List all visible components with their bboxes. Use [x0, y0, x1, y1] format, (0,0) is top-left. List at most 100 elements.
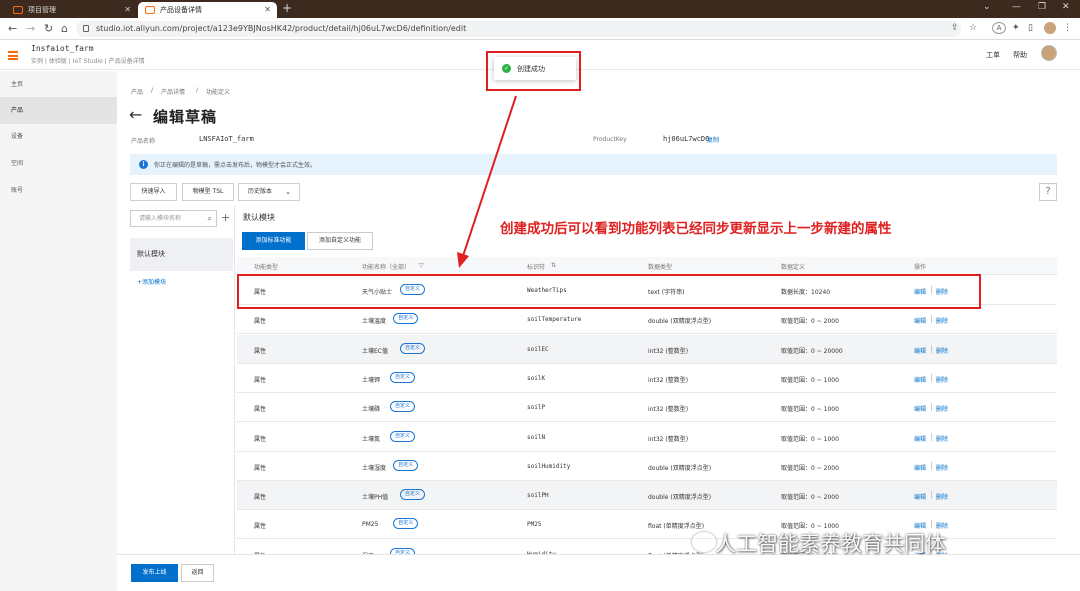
share-icon[interactable]: ⇪: [951, 23, 959, 33]
edit-link[interactable]: 编辑: [914, 346, 926, 355]
browser-menu-icon[interactable]: ⋮: [1063, 23, 1072, 33]
draft-notice: i 你正在编辑的是草稿，需点击发布后，物模型才会正式生效。: [130, 154, 1057, 175]
footer-bar: 发布上线 返回: [117, 554, 1080, 591]
profile-avatar-icon[interactable]: [1044, 22, 1056, 34]
cell-type: 属性: [254, 494, 267, 502]
forward-icon[interactable]: →: [26, 22, 35, 35]
window-close-icon[interactable]: ✕: [1062, 2, 1070, 12]
avatar[interactable]: [1041, 45, 1057, 61]
close-tab-icon[interactable]: ✕: [124, 2, 131, 18]
cell-type: 属性: [254, 464, 267, 472]
column-header-type: 功能类型: [254, 264, 279, 271]
cell-data-type: int32 (整数型): [648, 406, 689, 414]
history-version-dropdown[interactable]: 历史版本 ⌄: [238, 183, 300, 201]
cell-name: 土壤PH值: [362, 494, 389, 502]
sidebar-item-home[interactable]: 主页: [0, 71, 117, 98]
cell-name: 土壤温度: [362, 318, 387, 326]
delete-link[interactable]: 删除: [936, 316, 948, 325]
cell-data-type: double (双精度浮点型): [648, 464, 712, 472]
edit-link[interactable]: 编辑: [914, 316, 926, 325]
edit-link[interactable]: 编辑: [914, 434, 926, 443]
address-bar[interactable]: studio.iot.aliyun.com/project/a123e9YBJN…: [76, 21, 961, 37]
browser-toolbar: ← → ↻ ⌂ studio.iot.aliyun.com/project/a1…: [0, 18, 1080, 40]
cell-name: 土壤氮: [362, 435, 381, 443]
back-arrow-icon[interactable]: ←: [129, 105, 142, 124]
sidebar-item-device[interactable]: 设备: [0, 123, 117, 150]
header-breadcrumb: 实例 | 体验版 | IoT Studio | 产品设备详情: [31, 58, 145, 65]
help-link[interactable]: 帮助: [1013, 50, 1027, 60]
back-icon[interactable]: ←: [8, 22, 17, 35]
module-item-default[interactable]: 默认模块: [130, 238, 233, 271]
bookmark-star-icon[interactable]: ☆: [969, 23, 977, 33]
sidebar-item-product[interactable]: 产品: [0, 97, 117, 124]
cell-data-type: int32 (整数型): [648, 376, 689, 384]
copy-product-key-link[interactable]: 复制: [707, 135, 719, 144]
sidebar: 主页 产品 设备 空间 账号: [0, 71, 117, 591]
info-icon: i: [139, 160, 148, 169]
divider: [234, 206, 235, 556]
return-button[interactable]: 返回: [181, 564, 214, 582]
new-tab-button[interactable]: +: [282, 1, 292, 15]
sidebar-item-space[interactable]: 空间: [0, 150, 117, 177]
help-button[interactable]: ?: [1039, 183, 1057, 201]
delete-link[interactable]: 删除: [936, 434, 948, 443]
edit-link[interactable]: 编辑: [914, 463, 926, 472]
filter-icon[interactable]: ▽: [419, 262, 424, 269]
custom-tag-badge: 自定义: [400, 342, 426, 354]
edit-link[interactable]: 编辑: [914, 492, 926, 501]
reload-icon[interactable]: ↻: [44, 22, 53, 35]
add-module-link[interactable]: +添加模块: [137, 277, 166, 286]
restore-icon[interactable]: ❐: [1038, 2, 1046, 12]
custom-tag-badge: 自定义: [390, 371, 416, 383]
url-text: studio.iot.aliyun.com/project/a123e9YBJN…: [96, 24, 467, 33]
section-title: 默认模块: [243, 213, 275, 222]
cell-type: 属性: [254, 376, 267, 384]
side-panel-icon[interactable]: ▯: [1028, 23, 1033, 33]
annotation-text: 创建成功后可以看到功能列表已经同步更新显示上一步新建的属性: [500, 221, 892, 237]
delete-link[interactable]: 删除: [936, 463, 948, 472]
column-header-definition: 数据定义: [781, 264, 806, 271]
cell-definition: 取值范围：0 ~ 1000: [781, 376, 839, 384]
browser-tab-product-detail[interactable]: 产品设备详情 ✕: [138, 2, 277, 18]
cell-name: 土壤钾: [362, 376, 381, 384]
edit-link[interactable]: 编辑: [914, 404, 926, 413]
edit-link[interactable]: 编辑: [914, 375, 926, 384]
delete-link[interactable]: 删除: [936, 492, 948, 501]
extensions-puzzle-icon[interactable]: ✦: [1012, 23, 1020, 33]
menu-icon[interactable]: [8, 51, 18, 60]
minimize-icon[interactable]: —: [1012, 2, 1021, 12]
breadcrumb-product-detail[interactable]: 产品详情: [161, 87, 185, 96]
publish-button[interactable]: 发布上线: [131, 564, 178, 582]
highlight-box-new-row: [237, 274, 981, 309]
sort-icon[interactable]: ⇅: [551, 262, 556, 269]
tab-search-icon[interactable]: ⌄: [983, 2, 991, 12]
breadcrumb-product[interactable]: 产品: [131, 87, 143, 96]
ticket-link[interactable]: 工单: [986, 50, 1000, 60]
add-standard-function-button[interactable]: 添加标准功能: [242, 232, 305, 250]
column-header-data-type: 数据类型: [648, 264, 673, 271]
table-row: 属性 土壤磷 自定义 soilP int32 (整数型) 取值范围：0 ~ 1000 编辑 删…: [237, 393, 1057, 423]
product-name-value: LNSFAIoT_farm: [199, 135, 254, 143]
close-tab-icon[interactable]: ✕: [264, 2, 271, 18]
wechat-logo-icon: [692, 532, 716, 552]
extension-a-icon[interactable]: A: [992, 22, 1006, 34]
delete-link[interactable]: 删除: [936, 346, 948, 355]
add-custom-function-button[interactable]: 添加自定义功能: [307, 232, 373, 250]
custom-tag-badge: 自定义: [400, 489, 426, 501]
table-header: 功能类型 功能名称（全部） ▽ 标识符 ⇅ 数据类型 数据定义 操作: [237, 257, 1057, 275]
cell-identifier: soilTemperature: [527, 316, 582, 324]
tsl-button[interactable]: 物模型 TSL: [182, 183, 234, 201]
home-icon[interactable]: ⌂: [61, 22, 68, 35]
sidebar-item-account[interactable]: 账号: [0, 177, 117, 204]
add-module-icon[interactable]: +: [221, 211, 230, 224]
project-name[interactable]: Insfaiot_farm: [31, 44, 94, 53]
divider: [931, 373, 932, 382]
column-header-name[interactable]: 功能名称（全部）: [362, 262, 410, 271]
search-icon: ⌕: [207, 214, 212, 223]
delete-link[interactable]: 删除: [936, 404, 948, 413]
browser-tab-project[interactable]: 项目管理 ✕: [6, 2, 137, 18]
delete-link[interactable]: 删除: [936, 375, 948, 384]
quick-import-button[interactable]: 快速导入: [130, 183, 177, 201]
cell-identifier: soilK: [527, 374, 546, 382]
module-search-input[interactable]: 请输入模块名称 ⌕: [130, 210, 217, 227]
